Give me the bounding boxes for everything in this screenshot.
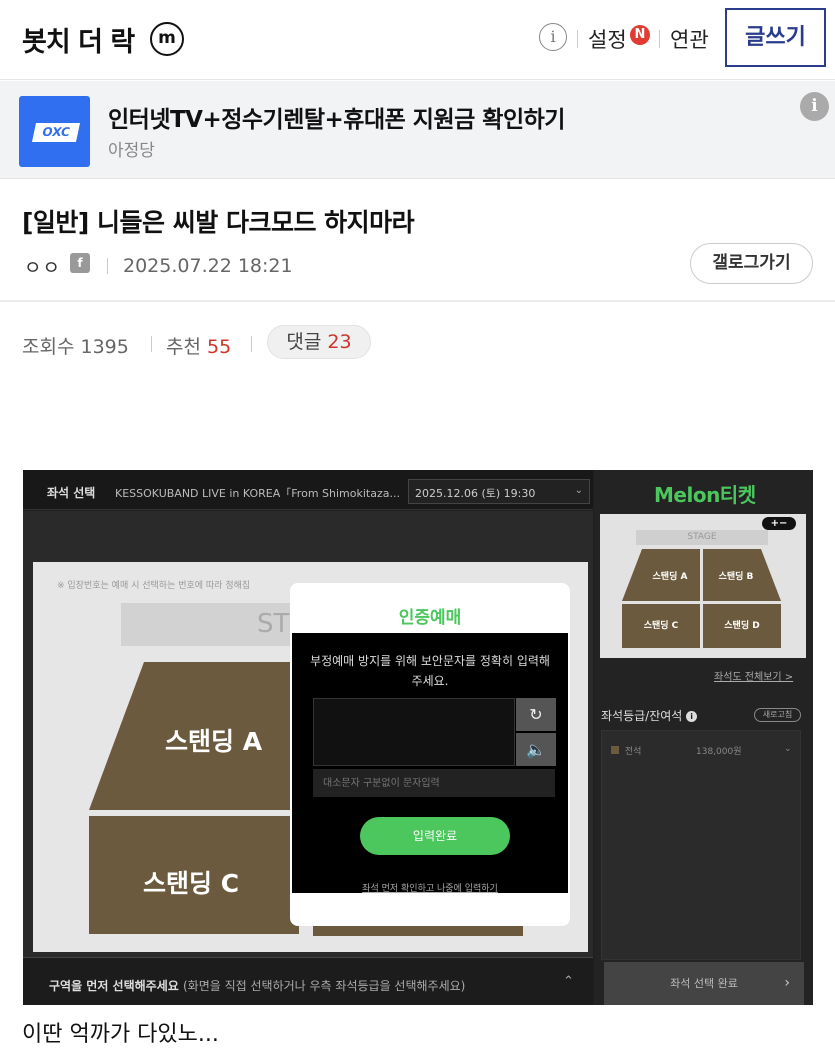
enter-later-link: 좌석 먼저 확인하고 나중에 입력하기 xyxy=(362,884,498,894)
settings-link[interactable]: 설정 xyxy=(588,24,627,54)
captcha-input xyxy=(313,769,555,797)
divider xyxy=(659,30,660,48)
views-value: 1395 xyxy=(80,336,129,358)
comment-count-button[interactable]: 댓글 23 xyxy=(267,325,371,359)
info-icon: i xyxy=(686,711,698,722)
fixed-nick-icon: f xyxy=(70,253,90,273)
date-select: 2025.12.06 (토) 19:30 ⌄ xyxy=(408,479,590,504)
chevron-right-icon: › xyxy=(784,975,790,991)
grade-refresh-button: 새로고침 xyxy=(754,708,801,722)
select-zone-hint: 구역을 먼저 선택해주세요 (화면을 직접 선택하거나 우측 좌석등급을 선택해… xyxy=(49,977,465,994)
top-header: 봇치 더 락 m i 설정 N 연관 글쓰기 xyxy=(0,0,835,80)
seat-grade-text: 좌석등급/잔여석 xyxy=(601,709,683,723)
related-link[interactable]: 연관 xyxy=(670,24,709,54)
select-zone-main: 구역을 먼저 선택해주세요 xyxy=(49,979,179,993)
ad-title[interactable]: 인터넷TV+정수기렌탈+휴대폰 지원금 확인하기 xyxy=(108,100,565,134)
seat-select-title: 좌석 선택 xyxy=(47,486,96,500)
minimap-stage: STAGE xyxy=(636,530,768,545)
divider xyxy=(107,258,108,274)
recommend-label: 추천 xyxy=(166,336,201,358)
minor-gallery-badge-icon: m xyxy=(150,22,184,56)
standing-c-label: 스탠딩 C xyxy=(143,869,240,898)
grade-color-swatch xyxy=(611,746,619,754)
modal-description: 부정예매 방지를 위해 보안문자를 정확히 입력해주세요. xyxy=(310,654,550,688)
view-count: 조회수 1395 xyxy=(22,332,129,359)
new-badge-icon: N xyxy=(630,25,650,45)
select-zone-sub: (화면을 직접 선택하거나 우측 좌석등급을 선택해주세요) xyxy=(182,979,466,993)
refresh-icon: ↻ xyxy=(516,698,556,731)
audio-icon: 🔈 xyxy=(516,733,556,766)
captcha-submit-button: 입력완료 xyxy=(360,817,510,855)
gallery-name[interactable]: 봇치 더 락 xyxy=(22,20,135,59)
captcha-image xyxy=(313,698,515,766)
embedded-screenshot: 좌석 선택 KESSOKUBAND LIVE in KOREA「From Shi… xyxy=(23,470,813,1005)
minimap-block-d: 스탠딩 D xyxy=(703,604,781,648)
divider xyxy=(251,336,252,352)
section-divider xyxy=(0,300,835,302)
melon-ticket-logo: Melon티켓 xyxy=(654,483,756,507)
minimap-block-a: 스탠딩 A xyxy=(652,572,688,582)
minimap-block-c: 스탠딩 C xyxy=(622,604,700,648)
captcha-modal: 인증예매 부정예매 방지를 위해 보안문자를 정확히 입력해주세요. ↻ 🔈 입… xyxy=(290,583,570,926)
comments-label: 댓글 xyxy=(286,331,322,353)
views-label: 조회수 xyxy=(22,336,75,358)
modal-title: 인증예매 xyxy=(398,608,462,628)
seat-grade-row: 전석 138,000원 ⌄ xyxy=(611,744,796,757)
seat-grade-list: 전석 138,000원 ⌄ xyxy=(601,730,801,960)
post-author[interactable]: ㅇㅇ xyxy=(24,253,61,280)
chevron-down-icon: ⌄ xyxy=(784,744,792,754)
seat-bottom-bar: 구역을 먼저 선택해주세요 (화면을 직접 선택하거나 우측 좌석등급을 선택해… xyxy=(23,957,593,1005)
event-name: KESSOKUBAND LIVE in KOREA「From Shimokita… xyxy=(115,487,400,500)
recommend-value: 55 xyxy=(207,336,232,358)
info-icon[interactable]: i xyxy=(539,23,567,51)
divider xyxy=(151,336,152,352)
recommend-count: 추천 55 xyxy=(166,332,231,359)
comments-value: 23 xyxy=(327,331,352,353)
post-body-text: 이딴 억까가 다있노... xyxy=(22,1022,219,1047)
done-label: 좌석 선택 완료 xyxy=(670,977,738,990)
grade-price: 138,000원 xyxy=(696,747,742,757)
modal-body: 부정예매 방지를 위해 보안문자를 정확히 입력해주세요. ↻ 🔈 입력완료 좌… xyxy=(292,633,568,894)
ad-info-icon[interactable]: i xyxy=(800,92,829,121)
seat-select-done-button: 좌석 선택 완료 › xyxy=(604,962,804,1005)
seat-grade-label: 좌석등급/잔여석 i xyxy=(601,707,698,724)
entry-notice: ※ 입장번호는 예매 시 선택하는 번호에 따라 정해집 xyxy=(57,581,251,591)
ad-logo: OXC xyxy=(19,96,90,167)
gallog-button[interactable]: 갤로그가기 xyxy=(690,243,813,284)
standing-a-label: 스탠딩 A xyxy=(165,727,263,756)
write-button[interactable]: 글쓰기 xyxy=(725,8,826,67)
ad-logo-text: OXC xyxy=(31,123,81,142)
divider xyxy=(577,30,578,48)
seat-minimap: +− STAGE 스탠딩 A 스탠딩 B 스탠딩 C 스탠딩 D xyxy=(600,514,806,658)
date-option: 2025.12.06 (토) 19:30 xyxy=(415,487,536,500)
chevron-down-icon: ⌄ xyxy=(574,485,583,496)
ad-advertiser: 아정당 xyxy=(108,141,155,161)
zoom-icon: +− xyxy=(762,517,796,530)
ticket-topbar: 좌석 선택 KESSOKUBAND LIVE in KOREA「From Shi… xyxy=(23,470,593,510)
post-date: 2025.07.22 18:21 xyxy=(123,255,293,277)
ticket-side-panel: Melon티켓 +− STAGE 스탠딩 A 스탠딩 B 스탠딩 C 스탠딩 D… xyxy=(594,470,813,1005)
minimap-block-b: 스탠딩 B xyxy=(718,572,754,582)
chevron-up-icon: ⌃ xyxy=(563,974,574,989)
view-all-seats-link: 좌석도 전체보기 > xyxy=(714,672,794,683)
post-title: [일반] 니들은 씨발 다크모드 하지마라 xyxy=(22,208,415,237)
grade-name: 전석 xyxy=(624,747,642,757)
